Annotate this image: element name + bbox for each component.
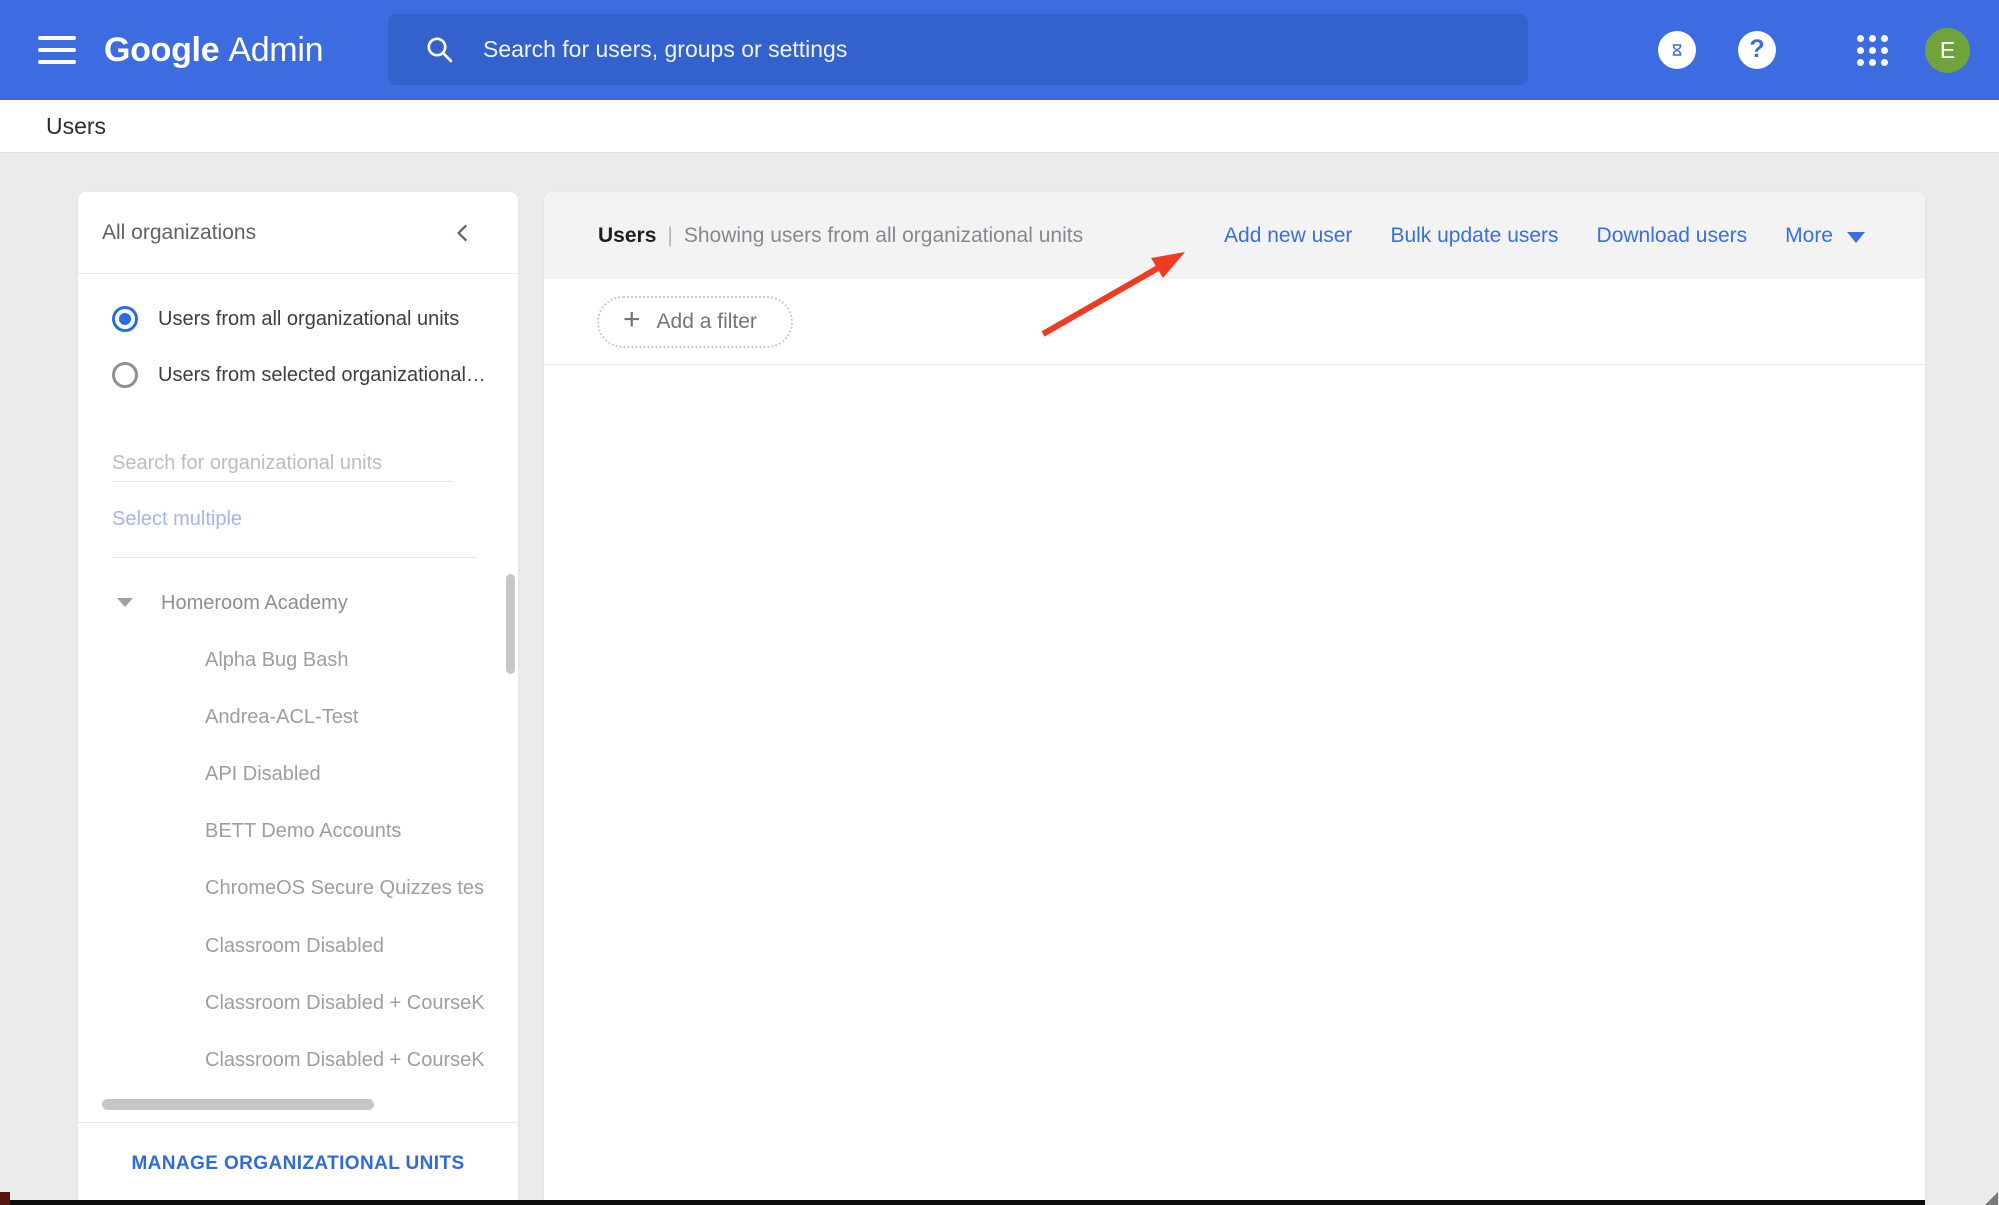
search-icon bbox=[427, 36, 453, 62]
window-bottom-edge bbox=[0, 1200, 1925, 1205]
chevron-left-icon bbox=[457, 224, 468, 241]
avatar-letter: E bbox=[1939, 37, 1956, 63]
page-title: Users bbox=[598, 223, 657, 247]
org-units-search-input[interactable] bbox=[112, 446, 453, 482]
chevron-down-icon bbox=[1847, 231, 1865, 243]
org-tree-root-label: Homeroom Academy bbox=[161, 592, 348, 614]
help-button[interactable]: ? bbox=[1738, 31, 1776, 69]
org-tree-item[interactable]: Classroom Disabled bbox=[205, 932, 518, 960]
sidebar-footer: MANAGE ORGANIZATIONAL UNITS bbox=[78, 1122, 518, 1205]
org-tree-item[interactable]: Andrea-ACL-Test bbox=[205, 703, 518, 731]
filter-row: + Add a filter bbox=[544, 279, 1925, 365]
bulk-update-users-link[interactable]: Bulk update users bbox=[1390, 224, 1558, 248]
title-separator: | bbox=[667, 223, 673, 247]
radio-selected-org-units[interactable]: Users from selected organizational… bbox=[112, 362, 486, 388]
manage-org-units-button[interactable]: MANAGE ORGANIZATIONAL UNITS bbox=[131, 1153, 464, 1175]
search-input[interactable] bbox=[483, 36, 1528, 63]
download-users-link[interactable]: Download users bbox=[1597, 224, 1748, 248]
users-panel-header: Users | Showing users from all organizat… bbox=[544, 192, 1925, 279]
divider bbox=[112, 557, 477, 558]
expand-caret-icon[interactable] bbox=[117, 598, 133, 607]
panel-title-group: Users | Showing users from all organizat… bbox=[598, 224, 1083, 248]
apps-grid-icon[interactable] bbox=[1857, 35, 1888, 66]
org-tree-item[interactable]: ChromeOS Secure Quizzes tes bbox=[205, 874, 518, 902]
more-label: More bbox=[1785, 223, 1833, 247]
hamburger-menu-icon[interactable] bbox=[38, 36, 76, 64]
hourglass-icon bbox=[1672, 44, 1682, 56]
google-admin-logo: Google Admin bbox=[104, 0, 323, 100]
org-tree-item[interactable]: API Disabled bbox=[205, 760, 518, 788]
page-subtitle: Showing users from all organizational un… bbox=[683, 223, 1084, 247]
add-filter-button[interactable]: + Add a filter bbox=[597, 295, 793, 348]
radio-unselected-icon bbox=[112, 362, 138, 388]
plus-icon: + bbox=[623, 303, 641, 336]
radio-selected-icon bbox=[112, 306, 138, 332]
org-units-search bbox=[112, 446, 453, 482]
breadcrumb: Users bbox=[46, 113, 107, 139]
more-menu-button[interactable]: More bbox=[1785, 224, 1865, 248]
window-corner bbox=[0, 1192, 10, 1205]
org-tree-item[interactable]: Alpha Bug Bash bbox=[205, 646, 518, 674]
radio-label: Users from all organizational units bbox=[158, 307, 460, 330]
add-filter-label: Add a filter bbox=[656, 309, 757, 333]
help-icon: ? bbox=[1749, 34, 1765, 63]
vertical-scrollbar[interactable] bbox=[506, 574, 515, 674]
app-header: Google Admin ? E bbox=[0, 0, 1999, 100]
select-multiple-link[interactable]: Select multiple bbox=[112, 508, 242, 531]
global-search-bar[interactable] bbox=[388, 14, 1528, 85]
add-new-user-link[interactable]: Add new user bbox=[1224, 224, 1352, 248]
org-tree-item[interactable]: Classroom Disabled + CourseK bbox=[205, 1046, 518, 1074]
horizontal-scrollbar[interactable] bbox=[102, 1099, 374, 1110]
avatar[interactable]: E bbox=[1925, 28, 1970, 73]
org-tree-item[interactable]: BETT Demo Accounts bbox=[205, 817, 518, 845]
users-panel: Users | Showing users from all organizat… bbox=[544, 192, 1925, 1205]
org-tree-item[interactable]: Classroom Disabled + CourseK bbox=[205, 989, 518, 1017]
organizations-sidebar: All organizations Users from all organiz… bbox=[78, 192, 518, 1205]
radio-label: Users from selected organizational… bbox=[158, 363, 486, 386]
logo-admin-text: Admin bbox=[228, 30, 324, 69]
collapse-sidebar-button[interactable] bbox=[452, 222, 474, 244]
google-admin-console: Google Admin ? E Users bbox=[0, 0, 1999, 1205]
sidebar-title: All organizations bbox=[102, 220, 257, 244]
radio-all-org-units[interactable]: Users from all organizational units bbox=[112, 306, 459, 332]
org-tree-root[interactable]: Homeroom Academy bbox=[78, 589, 518, 617]
breadcrumb-bar: Users bbox=[0, 100, 1999, 153]
pending-tasks-button[interactable] bbox=[1658, 31, 1696, 69]
sidebar-header: All organizations bbox=[78, 192, 518, 274]
resize-handle-icon bbox=[1985, 1192, 1998, 1205]
logo-google-text: Google bbox=[104, 30, 220, 69]
panel-actions: Add new user Bulk update users Download … bbox=[1186, 224, 1865, 248]
